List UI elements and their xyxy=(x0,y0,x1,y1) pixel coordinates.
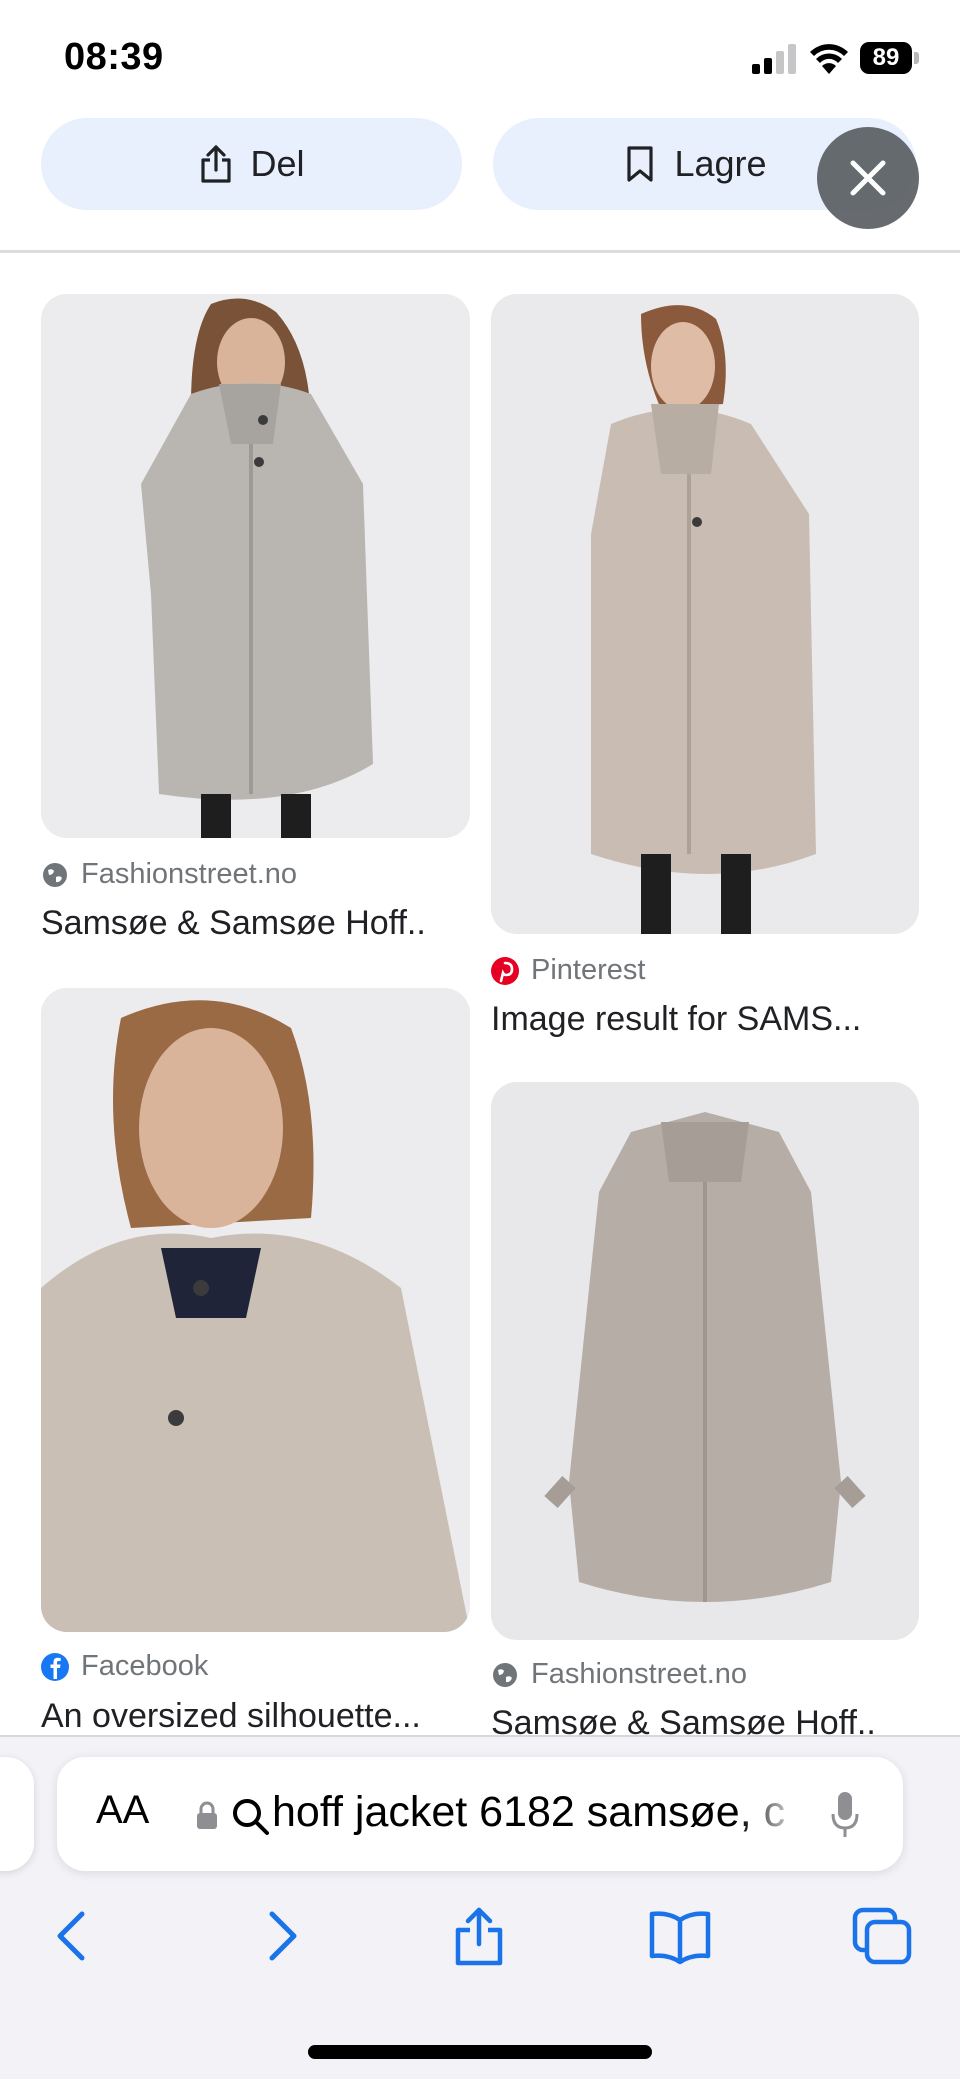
source-label: Facebook xyxy=(81,1650,209,1682)
pinterest-icon xyxy=(491,956,519,985)
previous-tab-preview[interactable] xyxy=(0,1757,34,1871)
result-source[interactable]: Facebook xyxy=(41,1650,208,1683)
share-icon xyxy=(201,145,232,183)
result-source[interactable]: Fashionstreet.no xyxy=(491,1658,747,1691)
share-label: Del xyxy=(250,143,305,184)
result-image[interactable] xyxy=(41,294,470,838)
search-query-text[interactable]: hoff jacket 6182 samsøe, c xyxy=(272,1788,802,1837)
coat-photo xyxy=(491,1082,919,1640)
battery-cap xyxy=(914,52,919,64)
save-label: Lagre xyxy=(674,143,767,184)
lock-icon xyxy=(197,1801,217,1829)
back-icon[interactable] xyxy=(52,1906,92,1966)
tabs-icon[interactable] xyxy=(851,1906,913,1966)
status-time: 08:39 xyxy=(64,36,164,78)
share-button[interactable]: Del xyxy=(41,118,462,210)
forward-icon[interactable] xyxy=(262,1906,302,1966)
reader-options-button[interactable]: AA xyxy=(96,1788,149,1833)
facebook-icon xyxy=(41,1652,69,1681)
coat-photo xyxy=(41,988,470,1632)
source-label: Fashionstreet.no xyxy=(531,1658,748,1690)
bookmark-icon xyxy=(627,146,654,182)
cellular-signal-icon xyxy=(752,44,796,74)
source-label: Fashionstreet.no xyxy=(81,858,298,890)
result-source[interactable]: Fashionstreet.no xyxy=(41,858,297,891)
close-icon xyxy=(850,160,886,196)
share-icon[interactable] xyxy=(451,1906,507,1966)
result-caption[interactable]: Image result for SAMS... xyxy=(491,1000,901,1039)
result-source[interactable]: Pinterest xyxy=(491,954,645,987)
result-image[interactable] xyxy=(491,1082,919,1640)
header-divider xyxy=(0,250,960,253)
search-icon xyxy=(233,1799,269,1835)
result-image[interactable] xyxy=(491,294,919,934)
wifi-icon xyxy=(810,44,848,74)
microphone-icon[interactable] xyxy=(830,1790,860,1840)
coat-photo xyxy=(41,294,470,838)
battery-indicator: 89 xyxy=(860,42,912,74)
globe-icon xyxy=(41,861,69,889)
coat-photo xyxy=(491,294,919,934)
result-caption[interactable]: Samsøe & Samsøe Hoff.. xyxy=(491,1704,901,1735)
home-indicator[interactable] xyxy=(308,2045,652,2059)
result-image[interactable] xyxy=(41,988,470,1632)
result-caption[interactable]: Samsøe & Samsøe Hoff.. xyxy=(41,904,451,943)
status-bar: 08:39 89 xyxy=(0,0,960,110)
close-button[interactable] xyxy=(817,127,919,229)
globe-icon xyxy=(491,1661,519,1689)
result-caption[interactable]: An oversized silhouette... xyxy=(41,1697,451,1735)
source-label: Pinterest xyxy=(531,954,646,986)
bookmarks-icon[interactable] xyxy=(648,1906,712,1966)
